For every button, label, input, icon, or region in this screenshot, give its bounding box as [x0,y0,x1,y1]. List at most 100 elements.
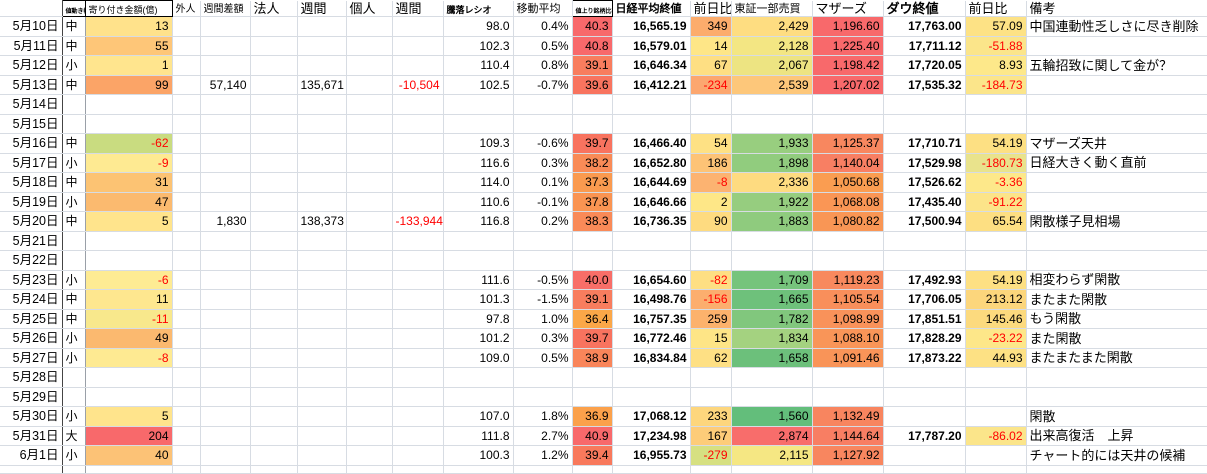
cell-nikkei[interactable]: 16,834.84 [612,348,691,368]
cell-date[interactable]: 5月29日 [0,387,63,407]
col-header-dow-prev-diff[interactable]: 前日比 [965,0,1027,17]
cell-diff[interactable]: 67 [690,55,732,76]
cell-tosho[interactable]: 2,067 [731,55,813,76]
col-header-nikkei-close[interactable]: 日経平均終値 [612,0,691,17]
cell-indiv-spacer[interactable] [346,406,393,427]
cell-diff[interactable] [690,114,732,134]
cell-rising[interactable]: 39.1 [572,55,613,76]
cell-dow[interactable] [883,465,966,474]
cell-foreign_week[interactable] [200,231,251,251]
cell-indiv-spacer[interactable] [346,465,393,474]
cell-corp-spacer[interactable] [250,250,298,271]
cell-corp-spacer[interactable] [250,153,298,173]
cell-size[interactable]: 小 [62,406,86,427]
cell-indiv_week[interactable] [392,153,444,173]
cell-size[interactable]: 中 [62,211,86,232]
cell-corp_week[interactable]: 135,671 [297,75,347,95]
col-header-dow-close[interactable]: ダウ終値 [883,0,966,17]
cell-date[interactable]: 5月15日 [0,114,63,134]
cell-foreign-spacer[interactable] [172,289,201,310]
cell-ratio[interactable]: 100.3 [443,445,514,466]
cell-remarks[interactable] [1026,250,1207,271]
cell-tosho[interactable]: 2,128 [731,36,813,56]
cell-foreign_week[interactable]: 1,830 [200,211,251,232]
cell-ma[interactable]: 1.8% [513,406,573,427]
cell-indiv-spacer[interactable] [346,172,393,193]
cell-size[interactable] [62,250,86,271]
cell-diff[interactable]: 233 [690,406,732,427]
cell-indiv-spacer[interactable] [346,36,393,56]
cell-indiv_week[interactable]: -133,944 [392,211,444,232]
cell-indiv_week[interactable] [392,231,444,251]
cell-indiv-spacer[interactable] [346,114,393,134]
cell-indiv-spacer[interactable] [346,250,393,271]
col-header-mothers[interactable]: マザーズ [812,0,884,17]
cell-rising[interactable]: 40.8 [572,36,613,56]
cell-foreign_week[interactable] [200,309,251,329]
cell-mothers[interactable] [812,94,884,115]
cell-rising[interactable] [572,114,613,134]
cell-foreign_week[interactable] [200,445,251,466]
cell-rising[interactable]: 38.2 [572,153,613,173]
cell-ma[interactable]: 0.5% [513,348,573,368]
cell-amount[interactable]: 55 [85,36,173,56]
cell-dow[interactable]: 17,828.29 [883,328,966,349]
cell-rising[interactable]: 37.8 [572,192,613,212]
cell-ratio[interactable]: 97.8 [443,309,514,329]
cell-tosho[interactable]: 1,658 [731,348,813,368]
cell-nikkei[interactable]: 16,412.21 [612,75,691,95]
cell-dow_diff[interactable]: -3.36 [965,172,1027,193]
cell-indiv_week[interactable] [392,250,444,271]
cell-nikkei[interactable] [612,387,691,407]
cell-indiv_week[interactable] [392,387,444,407]
cell-tosho[interactable]: 2,539 [731,75,813,95]
cell-date[interactable]: 5月23日 [0,270,63,290]
cell-remarks[interactable]: 閑散 [1026,406,1207,427]
cell-dow_diff[interactable]: 65.54 [965,211,1027,232]
cell-remarks[interactable] [1026,94,1207,115]
cell-foreign_week[interactable] [200,94,251,115]
cell-ma[interactable] [513,231,573,251]
cell-dow[interactable] [883,114,966,134]
cell-nikkei[interactable]: 16,652.80 [612,153,691,173]
cell-corp_week[interactable] [297,114,347,134]
col-header-updown-ratio[interactable]: 騰落レシオ [443,0,514,17]
cell-diff[interactable] [690,231,732,251]
cell-size[interactable] [62,465,86,474]
cell-dow_diff[interactable]: -180.73 [965,153,1027,173]
cell-foreign-spacer[interactable] [172,75,201,95]
cell-dow_diff[interactable]: 44.93 [965,348,1027,368]
cell-ma[interactable]: 1.2% [513,445,573,466]
cell-date[interactable]: 5月21日 [0,231,63,251]
cell-rising[interactable] [572,250,613,271]
cell-corp-spacer[interactable] [250,211,298,232]
cell-remarks[interactable]: またまた閑散 [1026,289,1207,310]
cell-ratio[interactable] [443,387,514,407]
cell-remarks[interactable] [1026,172,1207,193]
col-header-date[interactable] [0,0,63,17]
cell-corp-spacer[interactable] [250,36,298,56]
cell-dow[interactable]: 17,873.22 [883,348,966,368]
cell-ma[interactable]: -0.1% [513,192,573,212]
cell-size[interactable]: 小 [62,348,86,368]
cell-nikkei[interactable]: 16,644.69 [612,172,691,193]
cell-date[interactable]: 5月14日 [0,94,63,115]
cell-tosho[interactable]: 1,709 [731,270,813,290]
cell-ma[interactable] [513,465,573,474]
cell-indiv_week[interactable] [392,55,444,76]
cell-mothers[interactable]: 1,098.99 [812,309,884,329]
cell-amount[interactable]: 49 [85,328,173,349]
cell-tosho[interactable]: 1,883 [731,211,813,232]
cell-date[interactable]: 5月18日 [0,172,63,193]
cell-dow[interactable]: 17,711.12 [883,36,966,56]
cell-ma[interactable]: 0.8% [513,55,573,76]
cell-dow_diff[interactable]: 213.12 [965,289,1027,310]
cell-remarks[interactable] [1026,75,1207,95]
cell-ratio[interactable]: 107.0 [443,406,514,427]
cell-indiv_week[interactable] [392,270,444,290]
cell-rising[interactable]: 40.0 [572,270,613,290]
cell-size[interactable] [62,94,86,115]
col-header-remarks[interactable]: 備考 [1026,0,1207,17]
cell-tosho[interactable]: 1,922 [731,192,813,212]
cell-corp-spacer[interactable] [250,465,298,474]
